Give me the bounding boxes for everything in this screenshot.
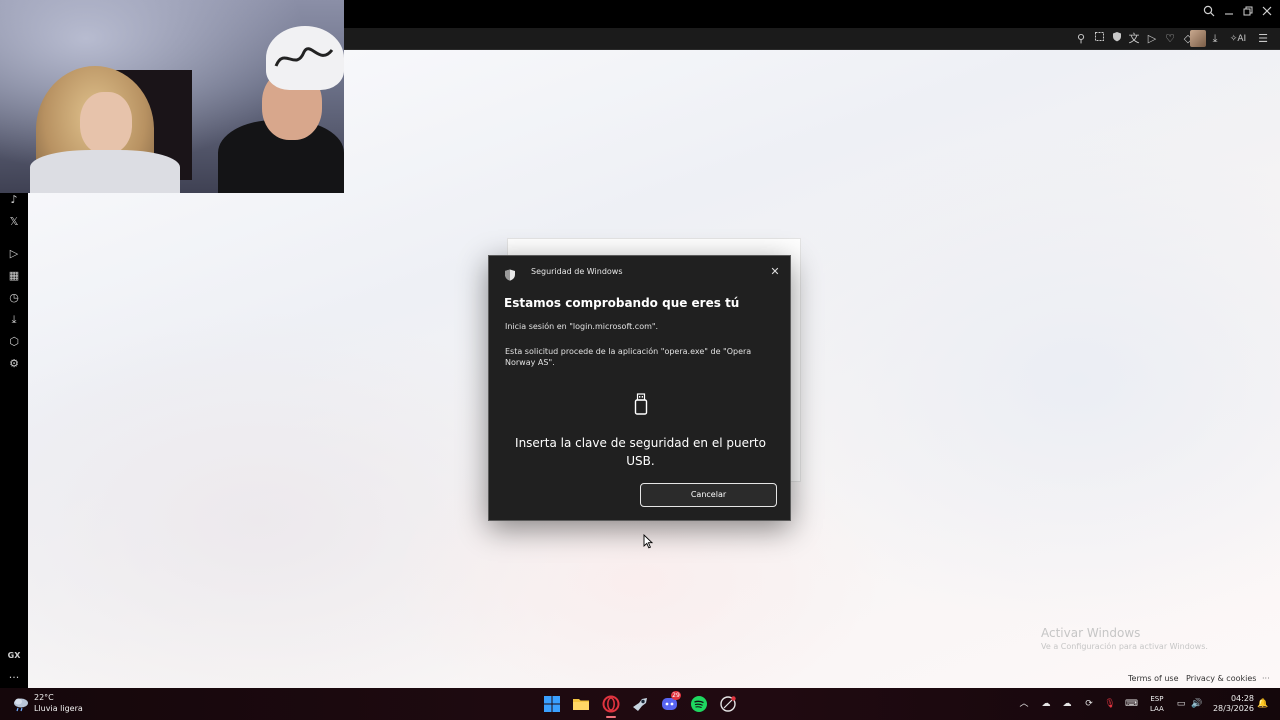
file-explorer-icon[interactable] bbox=[572, 695, 590, 713]
tray-cloud-icon[interactable]: ☁ bbox=[1040, 698, 1052, 710]
clock-date: 28/3/2026 bbox=[1212, 704, 1254, 713]
menu-icon[interactable]: ☰ bbox=[1255, 31, 1271, 47]
terms-link[interactable]: Terms of use bbox=[1128, 674, 1179, 683]
weather-rain-icon[interactable] bbox=[12, 695, 30, 713]
notifications-icon[interactable]: 🔔 bbox=[1257, 698, 1269, 710]
weather-description[interactable]: Lluvia ligera bbox=[34, 704, 83, 713]
dialog-prompt: Inserta la clave de seguridad en el puer… bbox=[515, 436, 766, 468]
webcam-person-left-shirt bbox=[30, 150, 180, 193]
clock-time: 04:28 bbox=[1230, 694, 1254, 703]
bookmark-icon[interactable]: ♡ bbox=[1162, 31, 1178, 47]
windows-security-shield-icon bbox=[504, 266, 516, 281]
tray-display-icon[interactable]: ▭ bbox=[1175, 698, 1187, 710]
settings-gear-icon[interactable]: ⚙ bbox=[4, 354, 24, 374]
tray-onedrive-icon[interactable]: ☁ bbox=[1061, 698, 1073, 710]
footer-more-button[interactable]: ··· bbox=[1262, 674, 1270, 683]
sidebar-more-button[interactable]: ··· bbox=[4, 668, 24, 688]
spotify-icon[interactable] bbox=[690, 695, 708, 713]
steam-icon[interactable] bbox=[631, 695, 649, 713]
activate-windows-watermark: Activar Windows Ve a Configuración para … bbox=[1041, 626, 1208, 651]
pin-icon[interactable]: ⚲ bbox=[1073, 31, 1089, 47]
activate-windows-subtitle: Ve a Configuración para activar Windows. bbox=[1041, 642, 1208, 651]
downloads-icon[interactable]: ⤓ bbox=[4, 310, 24, 330]
translate-icon[interactable]: 文 bbox=[1126, 31, 1142, 47]
tray-language-code: ESP bbox=[1150, 695, 1164, 703]
opera-gx-icon[interactable] bbox=[602, 695, 620, 713]
x-icon[interactable]: 𝕏 bbox=[4, 212, 24, 232]
dialog-title: Estamos comprobando que eres tú bbox=[504, 296, 740, 310]
minimize-icon[interactable] bbox=[1219, 4, 1239, 22]
taskbar-clock[interactable]: 04:28 28/3/2026 bbox=[1212, 694, 1254, 714]
tray-sync-icon[interactable]: ⟳ bbox=[1083, 698, 1095, 710]
cancel-button[interactable]: Cancelar bbox=[640, 483, 777, 507]
tray-language[interactable]: ESP LAA bbox=[1150, 694, 1164, 714]
close-window-icon[interactable] bbox=[1257, 4, 1277, 22]
windows-start-icon[interactable] bbox=[543, 695, 561, 713]
privacy-link[interactable]: Privacy & cookies bbox=[1186, 674, 1256, 683]
browser-toolbar: ⚲ 文 ▷ ♡ ◇ ⤓ ✧AI ☰ bbox=[344, 28, 1280, 50]
shield-icon[interactable] bbox=[1109, 31, 1125, 47]
extensions-icon[interactable]: ▦ bbox=[4, 266, 24, 286]
windows-security-dialog: Seguridad de Windows ✕ Estamos comproban… bbox=[488, 255, 791, 521]
history-icon[interactable]: ◷ bbox=[4, 288, 24, 308]
opera-browser-icon[interactable] bbox=[719, 695, 737, 713]
tray-overflow-chevron-icon[interactable]: ︿ bbox=[1018, 698, 1030, 710]
discord-icon[interactable]: 29 bbox=[661, 691, 681, 713]
avatar[interactable] bbox=[1190, 30, 1206, 47]
mouse-cursor bbox=[643, 533, 654, 553]
search-icon[interactable] bbox=[1199, 4, 1219, 22]
cube-icon[interactable]: ⬡ bbox=[4, 332, 24, 352]
windows-taskbar: 22°C Lluvia ligera 29 ︿ ☁ ☁ ⟳ 🎙 ⌨ ESP LA… bbox=[0, 688, 1280, 720]
gx-button[interactable]: GX bbox=[4, 646, 24, 666]
download-icon[interactable]: ⤓ bbox=[1207, 31, 1223, 47]
dialog-app-name: Seguridad de Windows bbox=[531, 267, 623, 276]
restore-icon[interactable] bbox=[1238, 4, 1258, 22]
dialog-close-button[interactable]: ✕ bbox=[766, 264, 784, 280]
activate-windows-title: Activar Windows bbox=[1041, 626, 1141, 640]
webcam-person-left-face bbox=[80, 92, 132, 154]
play-icon[interactable]: ▷ bbox=[1144, 31, 1160, 47]
dialog-request-text: Esta solicitud procede de la aplicación … bbox=[505, 347, 752, 367]
tray-language-layout: LAA bbox=[1150, 705, 1164, 713]
ai-label: AI bbox=[1237, 34, 1247, 44]
webcam-overlay bbox=[0, 0, 344, 193]
usb-key-icon bbox=[634, 393, 648, 415]
snapshot-icon[interactable] bbox=[1091, 31, 1107, 47]
discord-notification-badge: 29 bbox=[671, 691, 681, 700]
dialog-signin-text: Inicia sesión en "login.microsoft.com". bbox=[505, 322, 659, 331]
opera-active-indicator bbox=[606, 716, 616, 718]
tray-volume-icon[interactable]: 🔊 bbox=[1191, 698, 1203, 710]
tray-keyboard-icon[interactable]: ⌨ bbox=[1125, 698, 1138, 710]
weather-temperature[interactable]: 22°C bbox=[34, 693, 54, 702]
tiktok-icon[interactable]: ♪ bbox=[4, 190, 24, 210]
webcam-person-right-beanie bbox=[266, 26, 344, 90]
player-icon[interactable]: ▷ bbox=[4, 244, 24, 264]
aria-ai-button[interactable]: ✧AI bbox=[1225, 31, 1251, 47]
tray-microphone-icon[interactable]: 🎙 bbox=[1104, 698, 1116, 710]
